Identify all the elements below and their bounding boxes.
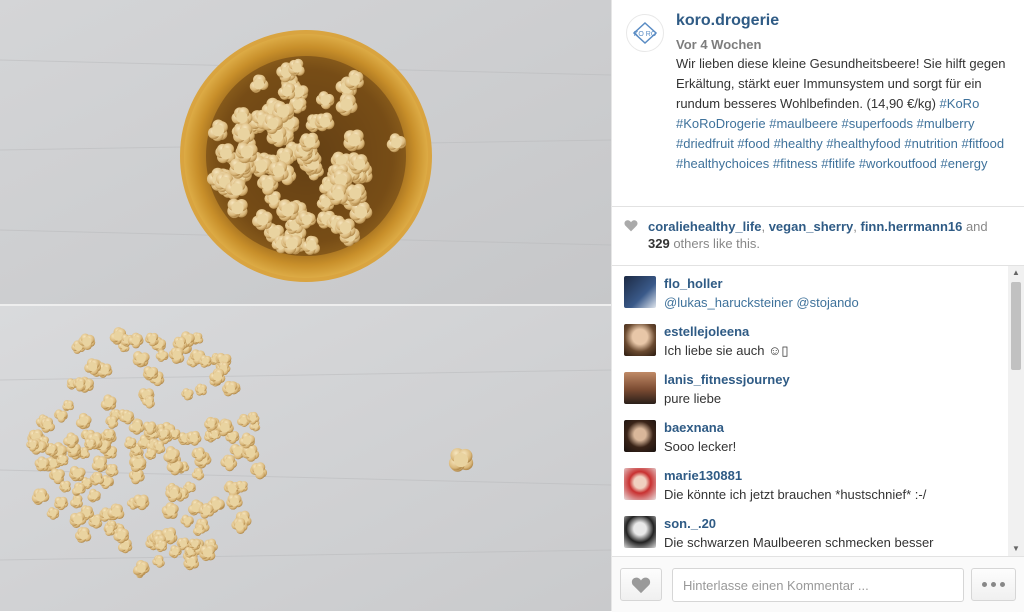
more-options-icon [1000,582,1005,587]
comment-text: Die könnte ich jetzt brauchen *hustschni… [664,487,927,502]
post-side-panel: KO RO koro.drogerie Vor 4 Wochen Wir lie… [611,0,1024,612]
post-timestamp: Vor 4 Wochen [676,37,762,52]
comment-text: Sooo lecker! [664,439,737,454]
comment-text: pure liebe [664,391,722,406]
likes-others-text: others like this. [669,236,761,251]
scroll-up-icon[interactable]: ▲ [1008,266,1024,280]
liker-link-2[interactable]: vegan_sherry [769,219,854,234]
commenter-avatar[interactable] [624,516,656,548]
comment-item: estellejoleena Ich liebe sie auch ☺▯ [612,314,1008,362]
likes-text: coraliehealthy_life, vegan_sherry, finn.… [648,218,1008,252]
comments-scrollbar[interactable]: ▲ ▼ [1008,266,1024,556]
commenter-avatar[interactable] [624,468,656,500]
post-photo[interactable] [0,0,611,611]
comment-item: lanis_fitnessjourney pure liebe [612,362,1008,410]
post-username[interactable]: koro.drogerie [676,12,779,30]
comment-item: flo_holler @lukas_harucksteiner @stojand… [612,266,1008,314]
scroll-down-icon[interactable]: ▼ [1008,542,1024,556]
comments-list[interactable]: flo_holler @lukas_harucksteiner @stojand… [612,266,1008,556]
comment-text[interactable]: @lukas_harucksteiner @stojando [664,295,859,310]
comment-username[interactable]: marie130881 [664,468,742,483]
likes-count[interactable]: 329 [648,236,670,251]
commenter-avatar[interactable] [624,420,656,452]
comment-username[interactable]: lanis_fitnessjourney [664,372,790,387]
commenter-avatar[interactable] [624,276,656,308]
comment-text: Die schwarzen Maulbeeren schmecken besse… [664,535,934,550]
more-options-icon [982,582,987,587]
comment-username[interactable]: flo_holler [664,276,723,291]
commenter-avatar[interactable] [624,324,656,356]
logo-text: KO RO [634,31,657,38]
more-options-button[interactable] [971,568,1016,601]
comment-input[interactable] [672,568,964,602]
comment-text: Ich liebe sie auch ☺▯ [664,343,789,358]
comment-item: baexnana Sooo lecker! [612,410,1008,458]
account-avatar[interactable]: KO RO [626,14,664,52]
comment-username[interactable]: estellejoleena [664,324,749,339]
post-caption: Wir lieben diese kleine Gesundheitsbeere… [676,54,1011,174]
post-footer [612,556,1024,612]
mulberry-photo-image [0,0,611,611]
comment-item: son._.20 Die schwarzen Maulbeeren schmec… [612,506,1008,554]
comment-item: marie130881 Die könnte ich jetzt brauche… [612,458,1008,506]
liker-link-3[interactable]: finn.herrmann16 [860,219,962,234]
likes-section: coraliehealthy_life, vegan_sherry, finn.… [612,207,1024,266]
likes-and-text: and [962,219,988,234]
commenter-avatar[interactable] [624,372,656,404]
koro-logo-icon: KO RO [632,21,658,45]
like-button[interactable] [620,568,662,601]
likes-heart-icon [624,220,638,232]
scrollbar-thumb[interactable] [1011,282,1021,370]
heart-icon [631,577,651,593]
comment-username[interactable]: baexnana [664,420,724,435]
post-header: KO RO koro.drogerie Vor 4 Wochen Wir lie… [612,0,1024,207]
comment-username[interactable]: son._.20 [664,516,716,531]
liker-link-1[interactable]: coraliehealthy_life [648,219,761,234]
likes-separator: , [761,219,769,234]
more-options-icon [991,582,996,587]
